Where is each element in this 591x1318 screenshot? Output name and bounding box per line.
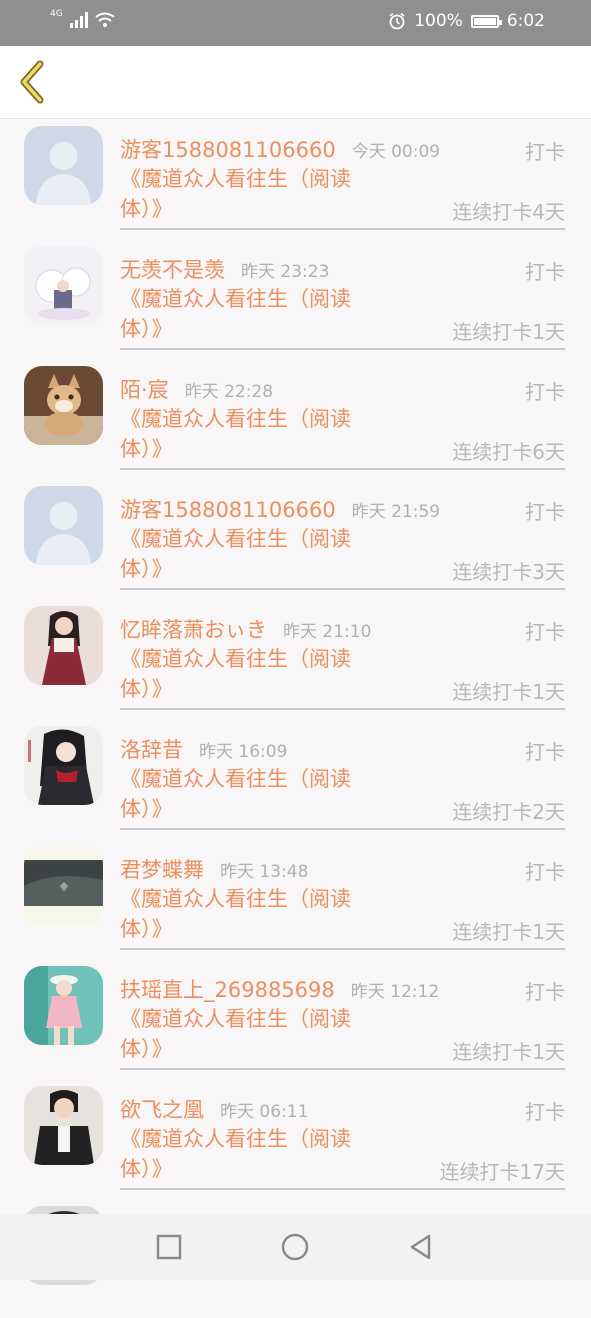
streak-label: 连续打卡4天	[452, 200, 565, 224]
user-name[interactable]: 扶瑶直上_269885698	[120, 974, 335, 1004]
system-nav-bar	[0, 1214, 591, 1280]
checkin-item[interactable]: 洛辞昔 昨天 16:09 打卡 《魔道众人看往生（阅读体）》 连续打卡2天	[0, 718, 591, 838]
default-avatar[interactable]	[24, 126, 103, 205]
status-left: 4G	[50, 9, 115, 28]
name-line: 游客1588081106660 今天 00:09	[120, 134, 440, 164]
streak-label: 连续打卡1天	[452, 320, 565, 344]
book-title-link[interactable]: 《魔道众人看往生（阅读体）》	[120, 524, 390, 584]
user-name[interactable]: 游客1588081106660	[120, 134, 336, 164]
wifi-icon	[95, 12, 115, 27]
battery-icon	[470, 14, 502, 28]
divider	[120, 588, 565, 590]
back-arrow-icon	[20, 60, 44, 104]
checkin-time: 昨天 16:09	[199, 742, 288, 762]
checkin-action-label: 打卡	[525, 860, 565, 884]
checkin-list: 游客1588081106660 今天 00:09 打卡 《魔道众人看往生（阅读体…	[0, 118, 591, 1318]
status-time: 6:02	[506, 11, 545, 31]
photo-avatar[interactable]	[24, 966, 103, 1045]
streak-label: 连续打卡6天	[452, 440, 565, 464]
checkin-item[interactable]: 陌·宸 昨天 22:28 打卡 《魔道众人看往生（阅读体）》 连续打卡6天	[0, 358, 591, 478]
user-name[interactable]: 陌·宸	[120, 374, 169, 404]
cat-avatar[interactable]	[24, 366, 103, 445]
checkin-time: 今天 00:09	[351, 142, 441, 162]
divider	[120, 828, 565, 830]
divider	[120, 348, 565, 350]
network-type-label: 4G	[50, 9, 63, 19]
illustration-avatar[interactable]	[24, 246, 103, 325]
checkin-action-label: 打卡	[525, 260, 565, 284]
back-nav-icon[interactable]	[405, 1231, 437, 1263]
girl-avatar[interactable]	[24, 606, 103, 685]
name-line: 陌·宸 昨天 22:28	[120, 374, 273, 404]
checkin-item[interactable]: 游客1588081106660 今天 00:09 打卡 《魔道众人看往生（阅读体…	[0, 118, 591, 238]
user-name[interactable]: 洛辞昔	[120, 734, 183, 764]
checkin-time: 昨天 21:59	[351, 502, 441, 522]
checkin-time: 昨天 22:28	[184, 382, 274, 402]
checkin-action-label: 打卡	[525, 740, 565, 764]
name-line: 欲飞之凰 昨天 06:11	[120, 1094, 308, 1124]
status-right: 100% 6:02	[388, 11, 545, 31]
back-button[interactable]	[10, 56, 60, 106]
name-line: 无羡不是羡 昨天 23:23	[120, 254, 329, 284]
divider	[120, 1188, 565, 1190]
streak-label: 连续打卡1天	[452, 920, 565, 944]
checkin-item[interactable]: 无羡不是羡 昨天 23:23 打卡 《魔道众人看往生（阅读体）》 连续打卡1天	[0, 238, 591, 358]
name-line: 游客1588081106660 昨天 21:59	[120, 494, 440, 524]
user-name[interactable]: 君梦蝶舞	[120, 854, 204, 884]
checkin-action-label: 打卡	[525, 500, 565, 524]
anime-avatar[interactable]	[24, 726, 103, 805]
name-line: 洛辞昔 昨天 16:09	[120, 734, 287, 764]
signal-icon	[69, 12, 88, 28]
user-name[interactable]: 游客1588081106660	[120, 494, 336, 524]
name-line: 扶瑶直上_269885698 昨天 12:12	[120, 974, 439, 1004]
checkin-action-label: 打卡	[525, 620, 565, 644]
alarm-icon	[389, 12, 405, 30]
streak-label: 连续打卡17天	[439, 1160, 565, 1184]
streak-label: 连续打卡1天	[452, 1040, 565, 1064]
status-bar: 4G 100% 6:02	[0, 0, 591, 46]
checkin-time: 昨天 12:12	[350, 982, 440, 1002]
checkin-item[interactable]: 君梦蝶舞 昨天 13:48 打卡 《魔道众人看往生（阅读体）》 连续打卡1天	[0, 838, 591, 958]
checkin-action-label: 打卡	[525, 140, 565, 164]
user-name[interactable]: 欲飞之凰	[120, 1094, 204, 1124]
divider	[120, 948, 565, 950]
name-line: 君梦蝶舞 昨天 13:48	[120, 854, 308, 884]
divider	[120, 468, 565, 470]
checkin-item[interactable]: 游客1588081106660 昨天 21:59 打卡 《魔道众人看往生（阅读体…	[0, 478, 591, 598]
checkin-action-label: 打卡	[525, 1100, 565, 1124]
name-line: 忆眸落萧おぃき 昨天 21:10	[120, 614, 371, 644]
checkin-item[interactable]: 欲飞之凰 昨天 06:11 打卡 《魔道众人看往生（阅读体）》 连续打卡17天	[0, 1078, 591, 1198]
battery-percent: 100%	[414, 11, 463, 31]
book-title-link[interactable]: 《魔道众人看往生（阅读体）》	[120, 764, 390, 824]
book-title-link[interactable]: 《魔道众人看往生（阅读体）》	[120, 1124, 390, 1184]
default-avatar[interactable]	[24, 486, 103, 565]
dark-avatar[interactable]	[24, 846, 103, 925]
streak-label: 连续打卡1天	[452, 680, 565, 704]
checkin-time: 昨天 23:23	[241, 262, 330, 282]
user-name[interactable]: 无羡不是羡	[120, 254, 225, 284]
book-title-link[interactable]: 《魔道众人看往生（阅读体）》	[120, 404, 390, 464]
checkin-time: 昨天 21:10	[283, 622, 372, 642]
boy-avatar[interactable]	[24, 1086, 103, 1165]
checkin-time: 昨天 06:11	[220, 1102, 309, 1122]
home-icon[interactable]	[279, 1231, 311, 1263]
checkin-action-label: 打卡	[525, 980, 565, 1004]
book-title-link[interactable]: 《魔道众人看往生（阅读体）》	[120, 284, 390, 344]
divider	[120, 228, 565, 230]
checkin-item[interactable]: 忆眸落萧おぃき 昨天 21:10 打卡 《魔道众人看往生（阅读体）》 连续打卡1…	[0, 598, 591, 718]
divider	[120, 708, 565, 710]
top-bar	[0, 46, 591, 119]
streak-label: 连续打卡2天	[452, 800, 565, 824]
streak-label: 连续打卡3天	[452, 560, 565, 584]
user-name[interactable]: 忆眸落萧おぃき	[120, 614, 267, 644]
divider	[120, 1068, 565, 1070]
book-title-link[interactable]: 《魔道众人看往生（阅读体）》	[120, 1004, 390, 1064]
checkin-item[interactable]: 扶瑶直上_269885698 昨天 12:12 打卡 《魔道众人看往生（阅读体）…	[0, 958, 591, 1078]
book-title-link[interactable]: 《魔道众人看往生（阅读体）》	[120, 644, 390, 704]
recent-apps-icon[interactable]	[153, 1231, 185, 1263]
book-title-link[interactable]: 《魔道众人看往生（阅读体）》	[120, 884, 390, 944]
book-title-link[interactable]: 《魔道众人看往生（阅读体）》	[120, 164, 390, 224]
checkin-action-label: 打卡	[525, 380, 565, 404]
checkin-time: 昨天 13:48	[220, 862, 309, 882]
